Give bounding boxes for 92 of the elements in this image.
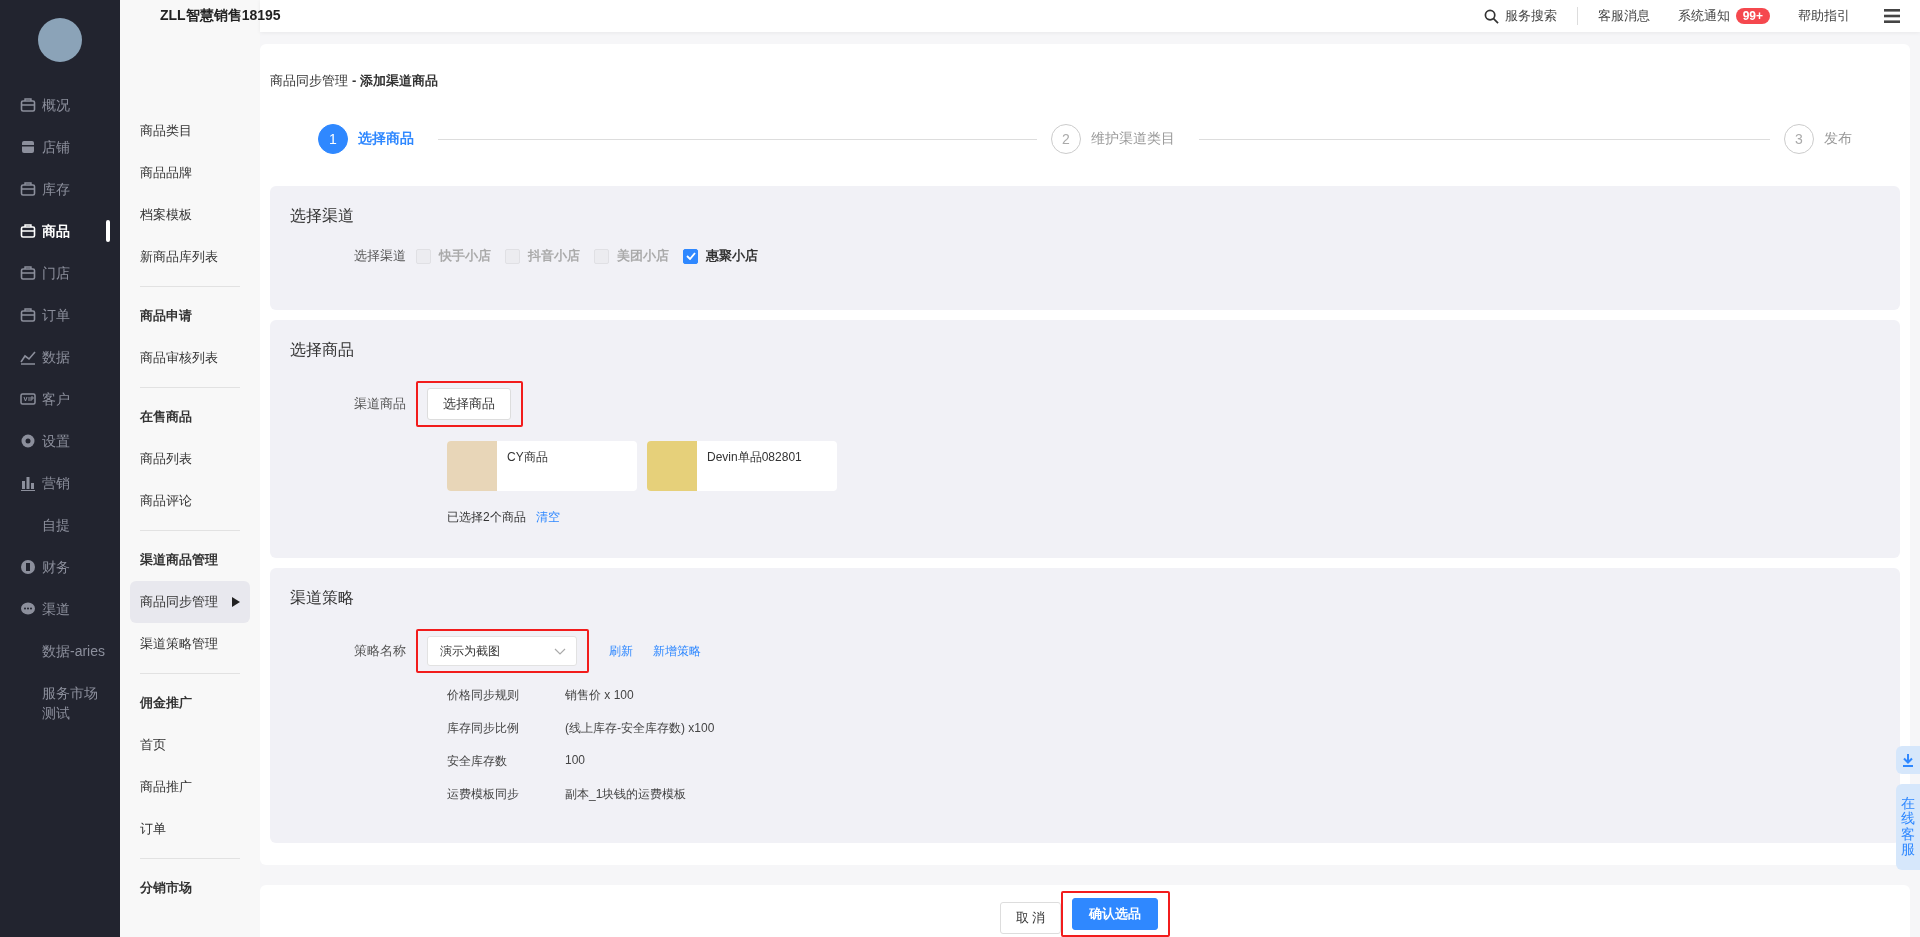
section-title: 选择商品	[290, 340, 355, 360]
select-product-button[interactable]: 选择商品	[427, 388, 511, 420]
step-label: 维护渠道类目	[1091, 130, 1175, 148]
nav-item[interactable]: 自提	[0, 504, 120, 546]
menu-icon	[20, 265, 36, 281]
nav-item[interactable]: 数据	[0, 336, 120, 378]
submenu-item[interactable]: 渠道策略管理	[130, 623, 250, 665]
checkbox-label: 抖音小店	[528, 247, 580, 265]
submenu-item[interactable]: 首页	[130, 724, 250, 766]
field-label: 选择渠道	[353, 247, 406, 265]
section-title: 选择渠道	[290, 206, 355, 226]
menu-icon	[20, 475, 36, 491]
menu-icon	[20, 97, 36, 113]
menu-icon	[20, 307, 36, 323]
active-indicator	[106, 220, 110, 242]
rule-value: (线上库存-安全库存数) x100	[565, 720, 716, 737]
download-icon	[1901, 753, 1915, 767]
submenu-item[interactable]: 商品类目	[130, 110, 250, 152]
menu-icon	[20, 181, 36, 197]
menu-icon	[20, 349, 36, 365]
nav-item[interactable]: 订单	[0, 294, 120, 336]
field-label: 策略名称	[353, 642, 406, 660]
menu-icon	[20, 223, 36, 239]
nav-item[interactable]: 库存	[0, 168, 120, 210]
notification-link[interactable]: 系统通知	[1677, 7, 1730, 25]
step-label: 发布	[1824, 130, 1852, 148]
menu-icon	[20, 391, 36, 407]
submenu-item[interactable]: 商品评论	[130, 480, 250, 522]
checkbox[interactable]	[683, 248, 698, 264]
nav-item[interactable]: 服务市场测试	[0, 672, 120, 734]
checkbox-label: 美团小店	[617, 247, 669, 265]
selection-count: 已选择2个商品	[447, 509, 526, 526]
field-label: 渠道商品	[353, 395, 406, 413]
section-title: 渠道策略	[290, 588, 355, 608]
menu-group-title: 佣金推广	[138, 694, 193, 712]
nav-item[interactable]: 财务	[0, 546, 120, 588]
nav-item[interactable]: 店铺	[0, 126, 120, 168]
cancel-button[interactable]: 取 消	[999, 902, 1062, 934]
submenu-item[interactable]: 档案模板	[130, 194, 250, 236]
strategy-select[interactable]: 演示为截图	[427, 636, 577, 666]
nav-item[interactable]: 渠道	[0, 588, 120, 630]
product-name: CY商品	[507, 449, 548, 466]
nav-item[interactable]: 数据-aries	[0, 630, 120, 672]
download-button[interactable]	[1896, 746, 1920, 774]
menu-icon	[20, 433, 36, 449]
step-label: 选择商品	[358, 130, 414, 148]
nav-item[interactable]: 设置	[0, 420, 120, 462]
chevron-down-icon	[554, 647, 566, 655]
breadcrumb-link[interactable]: 商品同步管理	[270, 73, 348, 88]
header-link[interactable]: 客服消息	[1597, 7, 1650, 25]
checkbox-label: 惠聚小店	[706, 247, 758, 265]
nav-item[interactable]: 商品	[0, 210, 120, 252]
product-name: Devin单品082801	[707, 449, 802, 466]
search-label: 服务搜索	[1504, 7, 1557, 25]
submenu-item[interactable]: 订单	[130, 808, 250, 850]
rule-label: 运费模板同步	[447, 786, 520, 803]
rule-label: 价格同步规则	[447, 687, 520, 704]
nav-item[interactable]: 客户	[0, 378, 120, 420]
submenu-item[interactable]: 商品列表	[130, 438, 250, 480]
menu-icon	[20, 601, 36, 617]
nav-item[interactable]: 营销	[0, 462, 120, 504]
app-title: ZLL智慧销售18195	[160, 7, 281, 25]
rule-value: 100	[565, 753, 587, 769]
count-badge: 99+	[1735, 8, 1770, 24]
submenu-item[interactable]: 商品推广	[130, 766, 250, 808]
submenu-item[interactable]: 商品品牌	[130, 152, 250, 194]
menu-group-title: 在售商品	[139, 408, 193, 426]
rule-value: 副本_1块钱的运费模板	[565, 786, 688, 803]
search-link[interactable]: 服务搜索	[1483, 7, 1557, 25]
checkbox-label: 快手小店	[439, 247, 491, 265]
menu-icon[interactable]	[1884, 9, 1900, 23]
header-link[interactable]: 帮助指引	[1798, 7, 1850, 25]
menu-group-title: 商品申请	[139, 307, 193, 325]
avatar[interactable]	[38, 18, 82, 62]
step-number: 1	[318, 124, 348, 154]
submenu-item[interactable]: 商品审核列表	[130, 337, 250, 379]
nav-item[interactable]: 门店	[0, 252, 120, 294]
menu-icon	[20, 139, 36, 155]
page-title: - 添加渠道商品	[352, 73, 438, 88]
rule-value: 销售价 x 100	[565, 687, 635, 704]
submenu-item[interactable]: 新商品库列表	[130, 236, 250, 278]
photo-placeholder	[647, 441, 697, 491]
menu-group-title: 渠道商品管理	[139, 551, 219, 569]
submenu-item[interactable]: 商品同步管理	[130, 581, 250, 623]
rule-label: 库存同步比例	[447, 720, 520, 737]
menu-icon	[20, 559, 36, 575]
photo-placeholder	[447, 441, 497, 491]
search-icon	[1483, 8, 1499, 24]
caret-icon	[232, 597, 240, 607]
menu-group-title: 分销市场	[139, 879, 193, 897]
rule-label: 安全库存数	[447, 753, 508, 770]
nav-item[interactable]: 概况	[0, 84, 120, 126]
